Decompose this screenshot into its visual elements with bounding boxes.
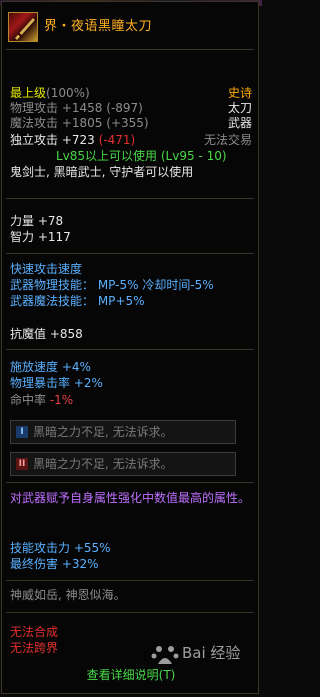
phys-attack-label: 物理攻击 bbox=[10, 101, 59, 115]
item-name: 界・夜语黑瞳太刀 bbox=[44, 19, 153, 34]
speed-value: +4% bbox=[61, 360, 91, 374]
dark-power-slot-1: I 黑暗之力不足, 无法诉求。 bbox=[10, 420, 236, 444]
class-requirement: 鬼剑士, 黑暗武士, 守护者可以使用 bbox=[10, 165, 194, 179]
indep-attack-value: +723 bbox=[61, 133, 95, 147]
skill-line-1: 武器物理技能： MP-5% 冷却时间-5% bbox=[10, 278, 214, 292]
magic-resist: 抗魔值 +858 bbox=[10, 327, 83, 342]
phys-attack-line: 物理攻击 +1458 (-897) bbox=[10, 101, 143, 116]
phys-attack-value: +1458 bbox=[61, 101, 103, 115]
mag-attack-line: 魔法攻击 +1805 (+355) bbox=[10, 116, 149, 131]
bonus-label: 最终伤害 bbox=[10, 557, 59, 571]
resist-value: +858 bbox=[49, 327, 83, 341]
attr-value: +117 bbox=[37, 230, 71, 244]
trade-status: 无法交易 bbox=[203, 133, 252, 147]
speed-label: 施放速度 bbox=[10, 360, 59, 374]
weapon-type: 太刀 bbox=[227, 101, 252, 115]
slot-text: 黑暗之力不足, 无法诉求。 bbox=[33, 457, 173, 471]
divider bbox=[6, 253, 254, 254]
flavor-text: 神威如岳, 神恩似海。 bbox=[10, 588, 126, 602]
restriction-no-crossworld: 无法跨界 bbox=[10, 641, 59, 655]
bonus-label: 技能攻击力 bbox=[10, 541, 71, 555]
slot-badge: I bbox=[16, 426, 28, 438]
attr-value: +78 bbox=[37, 214, 64, 228]
special-effect-desc: 对武器赋予自身属性强化中数值最高的属性。 bbox=[10, 491, 251, 505]
attr-intelligence: 智力 +117 bbox=[10, 230, 71, 245]
dark-power-slot-2: II 黑暗之力不足, 无法诉求。 bbox=[10, 452, 236, 476]
divider bbox=[6, 580, 254, 581]
restriction-no-craft: 无法合成 bbox=[10, 625, 59, 639]
item-icon[interactable] bbox=[8, 12, 38, 42]
divider bbox=[6, 198, 254, 199]
crit-label: 物理暴击率 bbox=[10, 376, 71, 390]
cast-speed: 施放速度 +4% bbox=[10, 360, 91, 375]
crit-value: +2% bbox=[73, 376, 103, 390]
rarity-label: 史诗 bbox=[227, 86, 252, 100]
bonus-value: +55% bbox=[73, 541, 111, 555]
indep-attack-line: 独立攻击 +723 (-471) bbox=[10, 133, 135, 148]
crit-rate: 物理暴击率 +2% bbox=[10, 376, 103, 391]
attr-label: 力量 bbox=[10, 214, 35, 228]
mag-attack-diff: (+355) bbox=[106, 116, 149, 130]
skill-line-2: 武器魔法技能： MP+5% bbox=[10, 294, 145, 308]
hit-label: 命中率 bbox=[10, 393, 47, 407]
grade-pct: (100%) bbox=[46, 86, 90, 100]
slot-badge: II bbox=[16, 458, 28, 470]
indep-attack-diff: (-471) bbox=[98, 133, 136, 147]
divider bbox=[6, 482, 254, 483]
divider bbox=[6, 349, 254, 350]
watermark-text: Bai 经验 bbox=[182, 644, 241, 662]
grade-line: 最上级(100%) bbox=[10, 86, 90, 101]
view-details-link[interactable]: 查看详细说明(T) bbox=[0, 668, 262, 683]
level-requirement: Lv85以上可以使用 (Lv95 - 10) bbox=[56, 149, 227, 163]
grade-label: 最上级 bbox=[10, 86, 47, 100]
indep-attack-label: 独立攻击 bbox=[10, 133, 59, 147]
attr-label: 智力 bbox=[10, 230, 35, 244]
skill-attack-bonus: 技能攻击力 +55% bbox=[10, 541, 111, 556]
resist-label: 抗魔值 bbox=[10, 327, 47, 341]
hit-rate: 命中率 -1% bbox=[10, 393, 73, 408]
divider bbox=[6, 612, 254, 613]
final-damage-bonus: 最终伤害 +32% bbox=[10, 557, 99, 572]
hit-value: -1% bbox=[49, 393, 74, 407]
mag-attack-value: +1805 bbox=[61, 116, 103, 130]
skill-title: 快速攻击速度 bbox=[10, 262, 83, 276]
equip-category: 武器 bbox=[227, 116, 252, 130]
phys-attack-diff: (-897) bbox=[106, 101, 143, 115]
slot-text: 黑暗之力不足, 无法诉求。 bbox=[33, 425, 173, 439]
mag-attack-label: 魔法攻击 bbox=[10, 116, 59, 130]
divider bbox=[6, 49, 254, 50]
attr-strength: 力量 +78 bbox=[10, 214, 63, 229]
bonus-value: +32% bbox=[61, 557, 99, 571]
